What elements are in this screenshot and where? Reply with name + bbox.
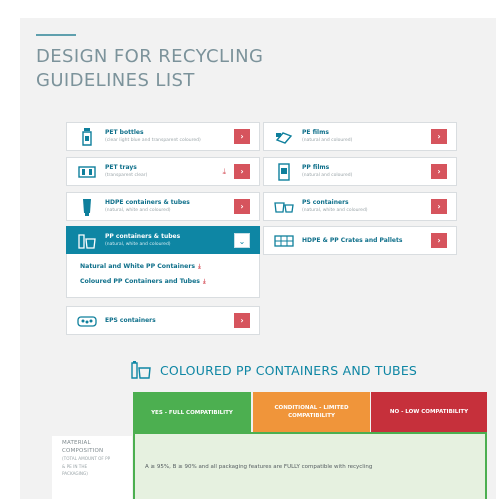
eps-icon	[77, 311, 97, 331]
card-pp-containers-active[interactable]: PP containers & tubes (natural, white an…	[66, 226, 260, 255]
card-name: PE films	[302, 129, 329, 136]
card-subtitle: (transparent clear)	[105, 173, 148, 178]
film-icon	[274, 127, 294, 147]
composition-label: COMPOSITION	[62, 447, 104, 454]
compatibility-text: A ≥ 95%, B ≥ 90% and all packaging featu…	[145, 464, 373, 470]
natural-white-pp-link[interactable]: Natural and White PP Containers ⤓	[80, 263, 201, 271]
link-label: Natural and White PP Containers	[80, 263, 196, 270]
card-pp-films[interactable]: PP films (natural and coloured) ›	[263, 157, 457, 186]
card-subtitle: (natural, white and coloured)	[105, 242, 171, 247]
chevron-down-button[interactable]: ⌄	[234, 233, 250, 248]
arrow-right-button[interactable]: ›	[234, 129, 250, 144]
card-name: PS containers	[302, 199, 349, 206]
coloured-pp-link[interactable]: Coloured PP Containers and Tubes ⤓	[80, 278, 206, 286]
card-ps-containers[interactable]: PS containers (natural, white and colour…	[263, 192, 457, 221]
crate-icon	[274, 231, 294, 251]
arrow-right-button[interactable]: ›	[234, 199, 250, 214]
download-icon: ⤓	[198, 263, 201, 270]
bottle-icon	[77, 127, 97, 147]
card-name: EPS containers	[105, 316, 156, 324]
material-note: PACKAGING)	[62, 471, 88, 476]
pp-containers-dropdown: Natural and White PP Containers ⤓ Coloure…	[66, 254, 260, 298]
section-heading: COLOURED PP CONTAINERS AND TUBES	[130, 361, 417, 379]
card-eps-containers[interactable]: EPS containers ›	[66, 306, 260, 335]
card-subtitle: (clear light blue and transparent colour…	[105, 138, 201, 143]
card-subtitle: (natural and coloured)	[302, 138, 353, 143]
cup-icon	[274, 197, 294, 217]
arrow-right-button[interactable]: ›	[431, 164, 447, 179]
card-name: PET bottles	[105, 129, 144, 136]
arrow-right-button[interactable]: ›	[234, 164, 250, 179]
card-subtitle: (natural, white and coloured)	[105, 208, 171, 213]
card-pet-trays[interactable]: PET trays (transparent clear) ⤓ ›	[66, 157, 260, 186]
arrow-right-button[interactable]: ›	[431, 233, 447, 248]
arrow-right-button[interactable]: ›	[431, 199, 447, 214]
material-label: MATERIAL	[62, 440, 91, 446]
card-hdpe-containers[interactable]: HDPE containers & tubes (natural, white …	[66, 192, 260, 221]
material-note: & PE IN THE	[62, 463, 88, 469]
card-subtitle: (natural, white and coloured)	[302, 208, 368, 213]
section-title: COLOURED PP CONTAINERS AND TUBES	[160, 362, 418, 378]
card-name: HDPE containers & tubes	[105, 199, 190, 206]
card-name: PP films	[302, 164, 330, 171]
download-icon: ⤓	[202, 278, 206, 285]
link-label: Coloured PP Containers and Tubes	[80, 278, 200, 285]
tab-limited-compatibility[interactable]: CONDITIONAL - LIMITED COMPATIBILITY	[253, 392, 370, 432]
title-line-1: DESIGN FOR RECYCLING	[36, 46, 264, 67]
card-pe-films[interactable]: PE films (natural and coloured) ›	[263, 122, 457, 151]
download-icon[interactable]: ⤓	[222, 167, 226, 177]
tray-icon	[77, 162, 97, 182]
page-title: DESIGN FOR RECYCLING GUIDELINES LIST	[36, 45, 356, 93]
material-note: (TOTAL AMOUNT OF PP	[62, 456, 111, 461]
containers-icon	[130, 361, 152, 379]
card-subtitle: (natural and coloured)	[302, 173, 353, 178]
card-name: PP containers & tubes	[105, 233, 181, 240]
title-accent-line	[36, 34, 76, 36]
card-pet-bottles[interactable]: PET bottles (clear light blue and transp…	[66, 122, 260, 151]
page-background: DESIGN FOR RECYCLING GUIDELINES LIST PET…	[20, 18, 496, 499]
material-composition-label: MATERIAL COMPOSITION (TOTAL AMOUNT OF PP…	[52, 436, 132, 499]
title-line-2: GUIDELINES LIST	[36, 70, 195, 91]
tab-low-compatibility[interactable]: NO - LOW COMPATIBILITY	[371, 392, 487, 432]
card-name: HDPE & PP Crates and Pallets	[302, 236, 403, 244]
arrow-right-button[interactable]: ›	[234, 313, 250, 328]
containers-icon	[77, 231, 97, 251]
compatibility-panel: A ≥ 95%, B ≥ 90% and all packaging featu…	[133, 432, 487, 499]
arrow-right-button[interactable]: ›	[431, 129, 447, 144]
card-name: PET trays	[105, 164, 137, 171]
film-pack-icon	[274, 162, 294, 182]
tab-full-compatibility[interactable]: YES - FULL COMPATIBILITY	[133, 392, 251, 433]
tube-icon	[77, 197, 97, 217]
card-hdpe-pp-crates[interactable]: HDPE & PP Crates and Pallets ›	[263, 226, 457, 255]
